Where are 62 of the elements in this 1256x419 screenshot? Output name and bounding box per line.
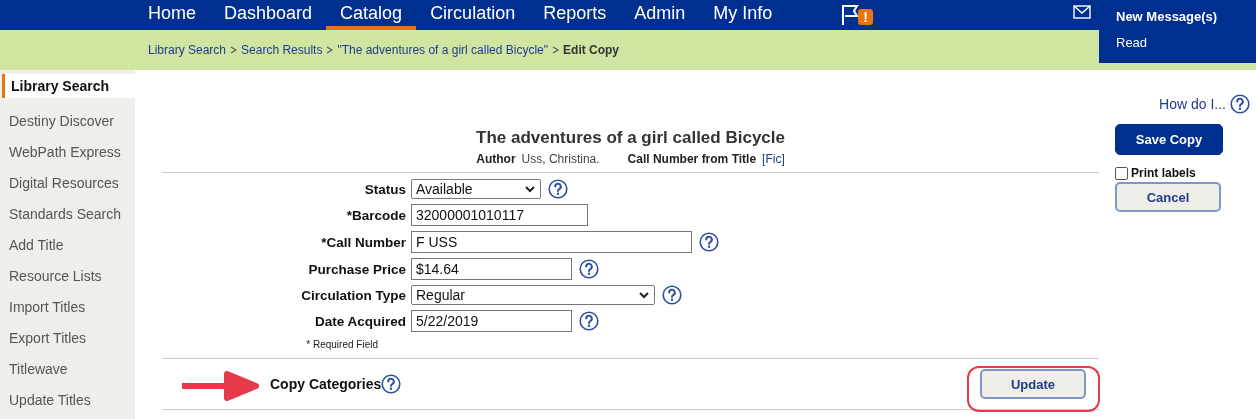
input-field[interactable]: 32000001010117 — [411, 204, 588, 226]
sidebar-item[interactable]: WebPath Express — [2, 136, 135, 167]
help-icon[interactable] — [1230, 94, 1250, 114]
help-icon[interactable] — [699, 232, 719, 252]
sidebar-item[interactable]: Export Titles — [2, 322, 135, 353]
nav-tab[interactable]: Home — [134, 0, 210, 30]
save-copy-button[interactable]: Save Copy — [1115, 124, 1223, 155]
sidebar-item[interactable]: Update Titles — [2, 384, 135, 415]
author-label: Author — [476, 152, 516, 166]
nav-tab[interactable]: Circulation — [416, 0, 530, 30]
sidebar-item[interactable]: Import Titles — [2, 291, 135, 322]
select-field[interactable]: Available — [411, 179, 541, 199]
book-title: The adventures of a girl called Bicycle — [475, 128, 786, 148]
input-field[interactable]: F USS — [411, 231, 692, 253]
chevron-icon — [326, 46, 334, 54]
cancel-button[interactable]: Cancel — [1115, 182, 1221, 212]
nav-tab[interactable]: Catalog — [326, 0, 417, 30]
help-icon[interactable] — [381, 374, 402, 394]
input-field[interactable]: 5/22/2019 — [411, 310, 572, 332]
breadcrumb-link[interactable]: "The adventures of a girl called Bicycle" — [337, 43, 549, 57]
field-label: Date Acquired — [313, 313, 406, 329]
select-field[interactable]: Regular — [411, 285, 655, 305]
breadcrumb-link[interactable]: Search Results — [241, 43, 323, 57]
mail-icon[interactable] — [1073, 5, 1091, 19]
field-label: *Barcode — [345, 207, 406, 223]
nav-tab[interactable]: Reports — [529, 0, 621, 30]
sidebar-item[interactable]: Titlewave — [2, 353, 135, 384]
sidebar-item[interactable]: Standards Search — [2, 198, 135, 229]
caret-icon — [524, 185, 536, 193]
help-icon[interactable] — [579, 259, 599, 279]
messages-title: New Message(s) — [1116, 9, 1219, 24]
update-button[interactable]: Update — [980, 369, 1086, 399]
field-label: Circulation Type — [300, 287, 406, 303]
sidebar-item[interactable]: Add Title — [2, 229, 135, 260]
author-value: Uss, Christina. — [521, 152, 600, 166]
print-labels-label: Print labels — [1131, 166, 1196, 180]
nav-tab[interactable]: Admin — [620, 0, 700, 30]
call-number-link[interactable]: [Fic] — [762, 152, 785, 166]
sidebar-item[interactable]: Destiny Discover — [2, 105, 135, 136]
nav-tab[interactable]: My Info — [699, 0, 787, 30]
read-link[interactable]: Read — [1116, 35, 1256, 50]
field-label: Purchase Price — [307, 261, 406, 277]
breadcrumb-link[interactable]: Library Search — [148, 43, 227, 57]
chevron-icon — [552, 46, 560, 54]
field-label: *Call Number — [320, 234, 406, 250]
sidebar-item[interactable]: Library Search — [2, 74, 135, 98]
required-note: * Required Field — [305, 339, 379, 350]
how-do-i-link[interactable]: How do I... — [1159, 96, 1226, 112]
help-icon[interactable] — [579, 311, 599, 331]
nav-tab[interactable]: Dashboard — [210, 0, 327, 30]
field-label: Status — [363, 181, 406, 197]
caret-icon — [638, 291, 650, 299]
help-icon[interactable] — [548, 179, 568, 199]
sidebar-item[interactable]: Digital Resources — [2, 167, 135, 198]
input-field[interactable]: $14.64 — [411, 258, 572, 280]
call-number-label: Call Number from Title — [627, 152, 757, 166]
checkbox[interactable] — [1115, 166, 1128, 180]
copy-categories-label: Copy Categories — [270, 376, 382, 392]
chevron-icon — [230, 46, 238, 54]
sidebar-item[interactable]: Resource Lists — [2, 260, 135, 291]
help-icon[interactable] — [662, 285, 682, 305]
breadcrumb-current: Edit Copy — [563, 43, 620, 57]
